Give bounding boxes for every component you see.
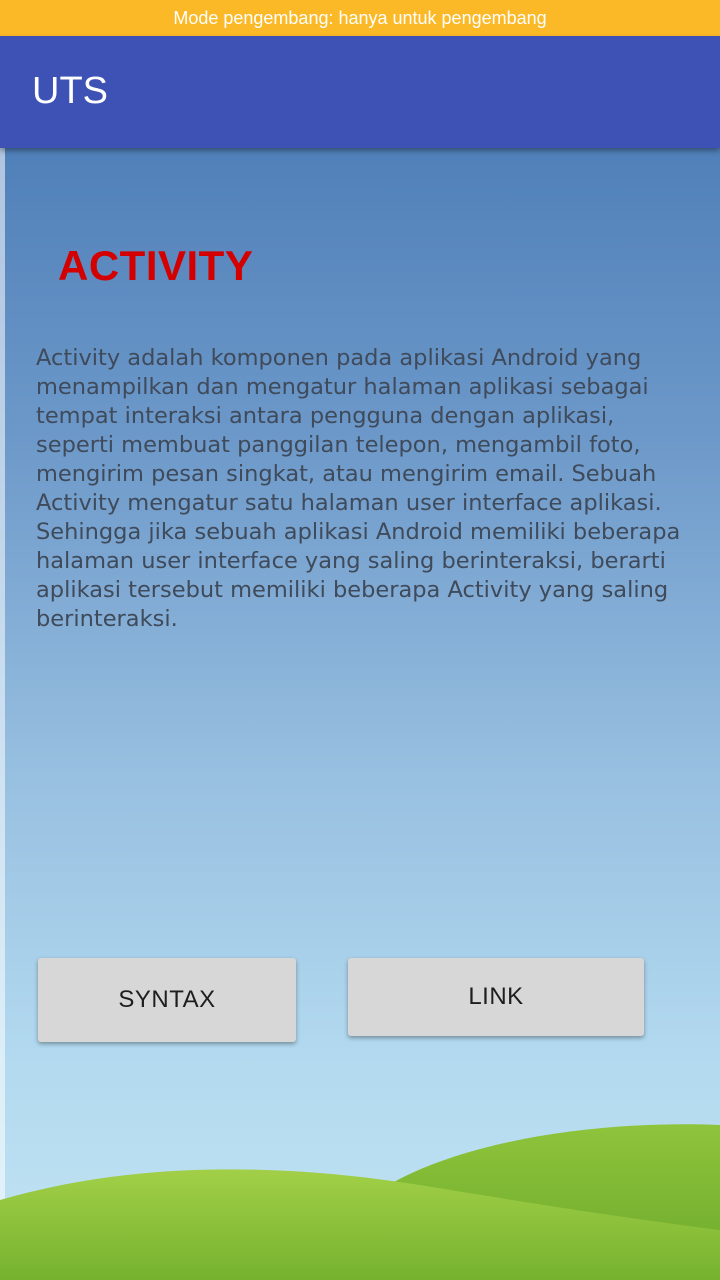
link-button[interactable]: LINK	[348, 958, 644, 1036]
app-screen: Mode pengembang: hanya untuk pengembang …	[0, 0, 720, 1280]
syntax-button[interactable]: SYNTAX	[38, 958, 296, 1042]
activity-description: Activity adalah komponen pada aplikasi A…	[36, 345, 681, 632]
developer-mode-banner: Mode pengembang: hanya untuk pengembang	[0, 0, 720, 36]
grass-hills-background	[0, 1124, 720, 1280]
app-title: UTS	[32, 70, 108, 112]
app-bar: UTS	[0, 36, 720, 148]
activity-heading: ACTIVITY	[58, 242, 254, 289]
content-area: ACTIVITY Activity adalah komponen pada a…	[0, 148, 720, 1280]
